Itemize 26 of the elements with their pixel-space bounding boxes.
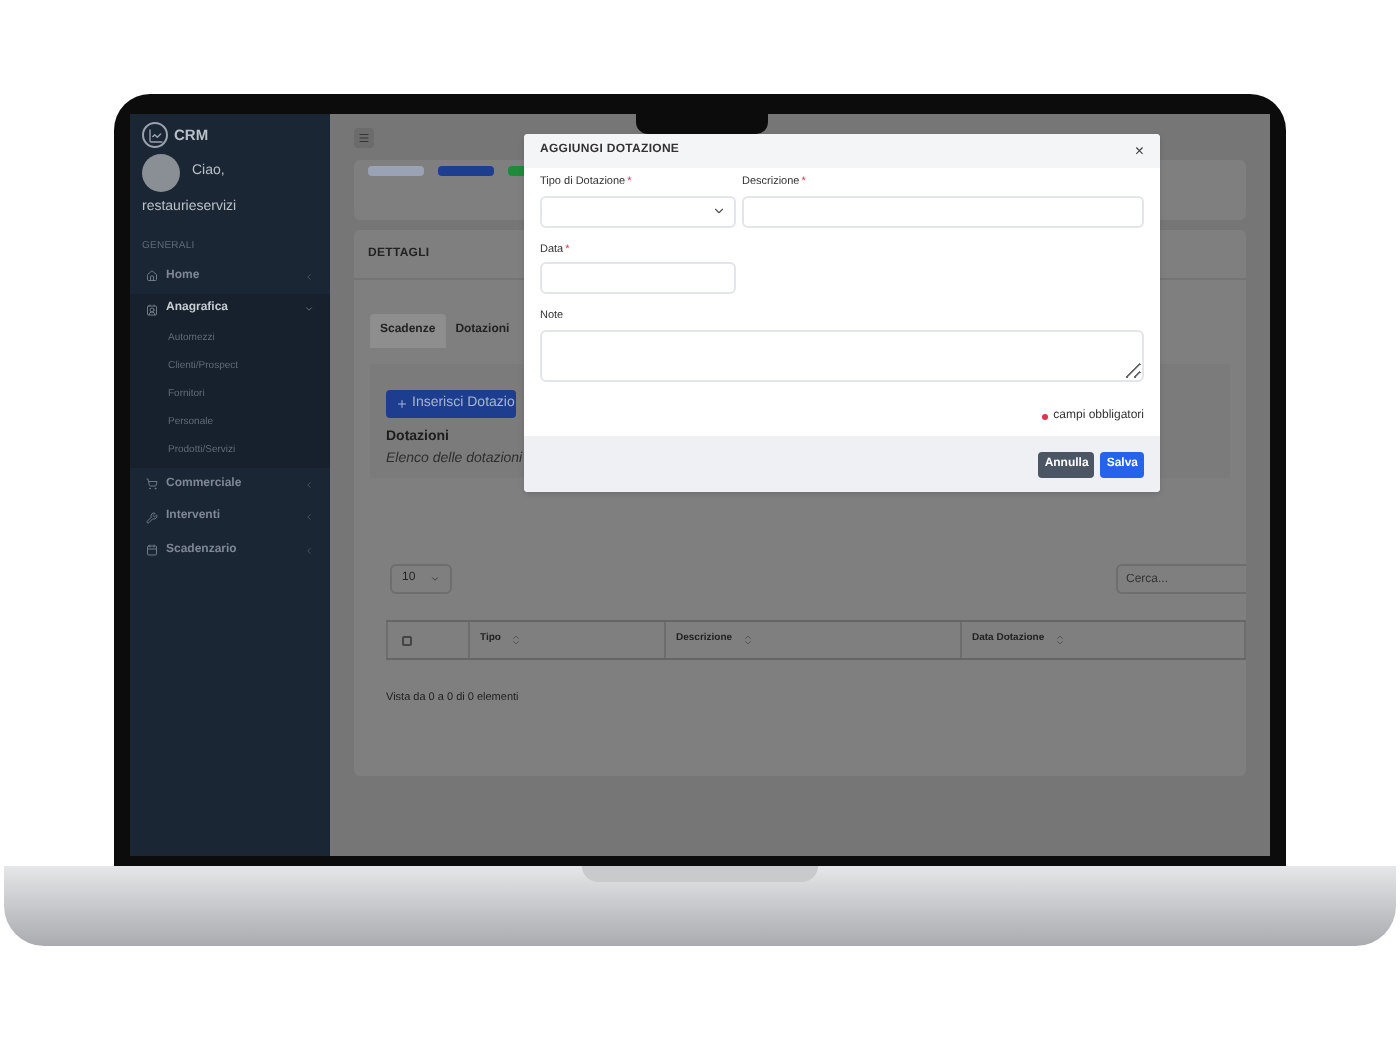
chevron-down-icon: [304, 304, 314, 315]
input-field[interactable]: [742, 195, 1144, 227]
cart-icon: [146, 478, 158, 491]
chevron-left-icon: [304, 479, 314, 490]
action-button[interactable]: [438, 166, 494, 176]
chevron-down-icon: [430, 574, 440, 584]
chevron-down-icon: [712, 204, 726, 218]
camera-notch: [636, 114, 768, 134]
select-field[interactable]: [540, 195, 736, 227]
close-button[interactable]: ×: [1134, 143, 1144, 159]
logo-icon: [142, 122, 168, 148]
input-field[interactable]: [540, 262, 736, 294]
note-field[interactable]: [540, 329, 1144, 381]
plus-icon: [396, 398, 408, 410]
home-icon: [146, 270, 158, 283]
chevron-left-icon: [304, 512, 314, 523]
menu-button[interactable]: [354, 127, 374, 147]
menu-icon: [358, 131, 370, 143]
avatar: [142, 154, 180, 192]
checkbox[interactable]: [402, 635, 412, 645]
wrench-icon: [146, 511, 158, 524]
action-button[interactable]: [368, 166, 424, 176]
calendar-icon: [146, 544, 158, 557]
chevron-left-icon: [304, 545, 314, 556]
chevron-left-icon: [304, 271, 314, 282]
contact-card-icon: [146, 303, 158, 316]
